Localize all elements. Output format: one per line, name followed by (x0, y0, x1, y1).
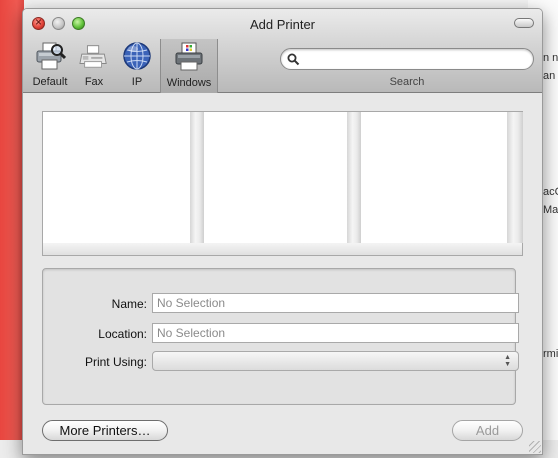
toolbar-default-button[interactable]: Default (28, 40, 72, 90)
printer-search-icon (36, 42, 66, 70)
more-printers-button[interactable]: More Printers… (42, 420, 168, 441)
location-label: Location: (98, 327, 147, 341)
toolbar-ip-button[interactable]: IP (121, 40, 153, 90)
toolbar-windows-button[interactable]: Windows (160, 39, 218, 93)
search-icon (287, 53, 300, 66)
resize-grip-icon[interactable] (529, 441, 541, 453)
search-label: Search (389, 76, 425, 88)
name-label: Name: (111, 297, 147, 311)
background-text: n n (543, 52, 558, 64)
desktop-background-red (0, 0, 24, 458)
toolbar-ip-label: IP (131, 76, 143, 88)
toolbar-fax-button[interactable]: Fax (79, 40, 109, 90)
printer-info-box: Name: No Selection Location: No Selectio… (42, 268, 519, 405)
toolbar-default-label: Default (32, 76, 68, 88)
toolbar-toggle-button[interactable] (514, 18, 534, 28)
browser-column-3[interactable] (361, 112, 507, 243)
column-divider[interactable] (507, 112, 523, 243)
background-text: an (543, 70, 556, 82)
location-field[interactable]: No Selection (152, 323, 519, 343)
background-text: rmi (543, 348, 558, 360)
column-divider[interactable] (347, 112, 361, 243)
fax-icon (79, 45, 107, 68)
toolbar-windows-label: Windows (166, 77, 212, 89)
column-divider[interactable] (190, 112, 204, 243)
toolbar-fax-label: Fax (84, 76, 104, 88)
printer-browser[interactable] (42, 111, 523, 243)
add-button[interactable]: Add (452, 420, 523, 441)
titlebar-toolbar: Add Printer Default Fax (23, 9, 542, 93)
search-input[interactable] (280, 48, 534, 70)
browser-column-1[interactable] (43, 112, 190, 243)
background-text: acC (543, 186, 558, 198)
popup-arrows-icon: ▲ ▼ (504, 354, 511, 368)
name-field[interactable]: No Selection (152, 293, 519, 313)
windows-printer-icon (175, 42, 203, 71)
print-using-label: Print Using: (84, 355, 147, 369)
globe-icon (123, 42, 151, 70)
browser-scrollbar[interactable] (42, 243, 523, 256)
print-using-select[interactable]: ▲ ▼ (152, 351, 519, 371)
add-printer-window: Add Printer Default Fax (22, 8, 543, 455)
window-title: Add Printer (249, 17, 316, 32)
browser-column-2[interactable] (204, 112, 347, 243)
background-text: Ma (543, 204, 558, 216)
